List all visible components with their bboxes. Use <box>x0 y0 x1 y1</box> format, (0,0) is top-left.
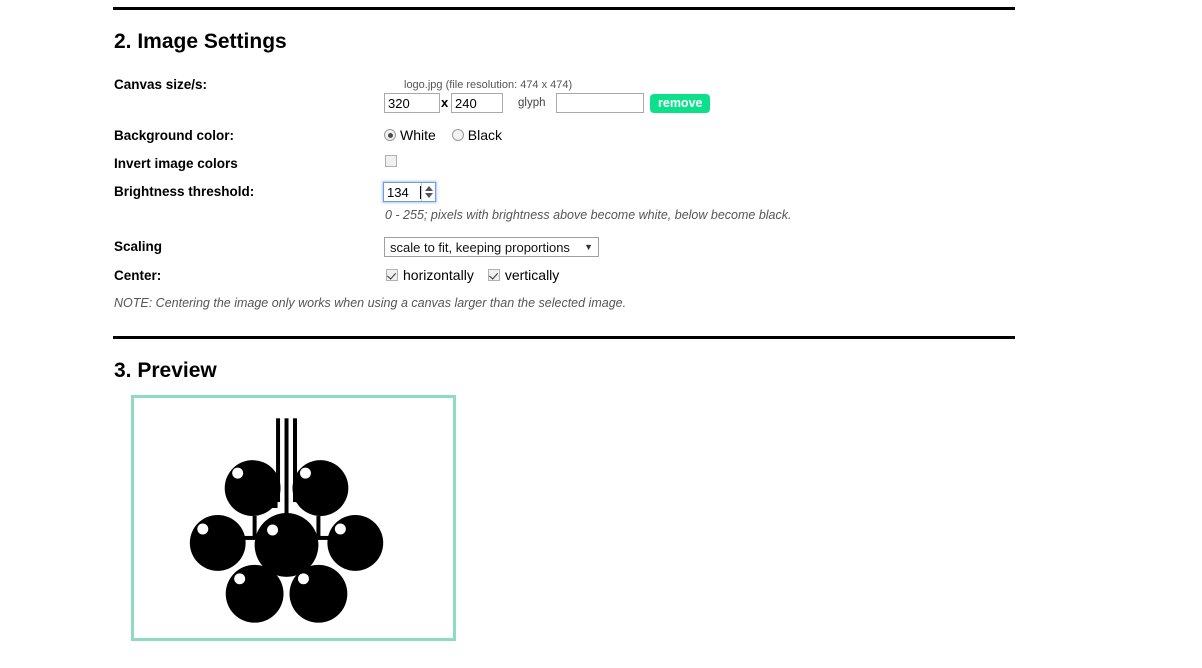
file-name: logo.jpg <box>404 79 443 91</box>
file-resolution: (file resolution: 474 x 474) <box>445 79 573 91</box>
radio-white-icon[interactable] <box>384 129 396 141</box>
radio-black-label: Black <box>467 127 503 143</box>
remove-button[interactable]: remove <box>650 94 711 113</box>
center-vertically-option[interactable]: vertically <box>487 267 560 283</box>
page-title-preview: 3. Preview <box>114 359 217 382</box>
radio-white-label: White <box>400 127 436 143</box>
page-title-image-settings: 2. Image Settings <box>114 30 287 53</box>
center-vertically-label: vertically <box>504 267 560 283</box>
center-horizontally-option[interactable]: horizontally <box>386 267 474 283</box>
file-info: logo.jpg (file resolution: 474 x 474) <box>404 79 572 91</box>
glyph-input[interactable] <box>556 93 644 113</box>
background-color-radio-group: White Black <box>384 127 502 143</box>
radio-option-black[interactable]: Black <box>451 127 503 143</box>
stepper-down-icon[interactable] <box>424 193 433 198</box>
section-divider-middle <box>113 336 1015 339</box>
brightness-threshold-value: 134 <box>387 184 409 200</box>
center-horizontally-label: horizontally <box>403 267 474 283</box>
image-settings-page: 2. Image Settings Canvas size/s: logo.jp… <box>0 0 1202 668</box>
radio-black-icon[interactable] <box>451 129 464 141</box>
scaling-select[interactable]: scale to fit, keeping proportions ▼ <box>384 237 599 257</box>
canvas-width-input[interactable] <box>384 93 440 113</box>
label-center: Center: <box>114 268 162 283</box>
label-glyph: glyph <box>518 97 546 109</box>
section-divider-top <box>113 7 1015 10</box>
stepper-arrows[interactable] <box>421 183 435 201</box>
preview-logo-image <box>134 398 453 638</box>
preview-canvas <box>131 395 456 641</box>
brightness-threshold-stepper[interactable]: 134 <box>383 182 436 202</box>
label-canvas-size: Canvas size/s: <box>114 77 208 92</box>
label-scaling: Scaling <box>114 239 163 254</box>
canvas-size-separator: x <box>441 95 449 110</box>
center-horizontally-checkbox[interactable] <box>386 269 398 281</box>
invert-image-colors-checkbox[interactable] <box>385 155 397 167</box>
brightness-threshold-hint: 0 - 255; pixels with brightness above be… <box>385 208 792 222</box>
center-note: NOTE: Centering the image only works whe… <box>114 296 627 310</box>
radio-option-white[interactable]: White <box>384 127 436 143</box>
center-vertically-checkbox[interactable] <box>487 269 500 281</box>
stepper-up-icon[interactable] <box>424 186 433 191</box>
canvas-height-input[interactable] <box>451 93 503 113</box>
label-invert-image-colors: Invert image colors <box>114 156 238 171</box>
label-background-color: Background color: <box>114 128 235 143</box>
chevron-down-icon: ▼ <box>584 242 593 252</box>
label-brightness-threshold: Brightness threshold: <box>114 184 255 199</box>
scaling-selected-value: scale to fit, keeping proportions <box>390 239 570 255</box>
center-checkbox-group: horizontally vertically <box>386 267 559 283</box>
